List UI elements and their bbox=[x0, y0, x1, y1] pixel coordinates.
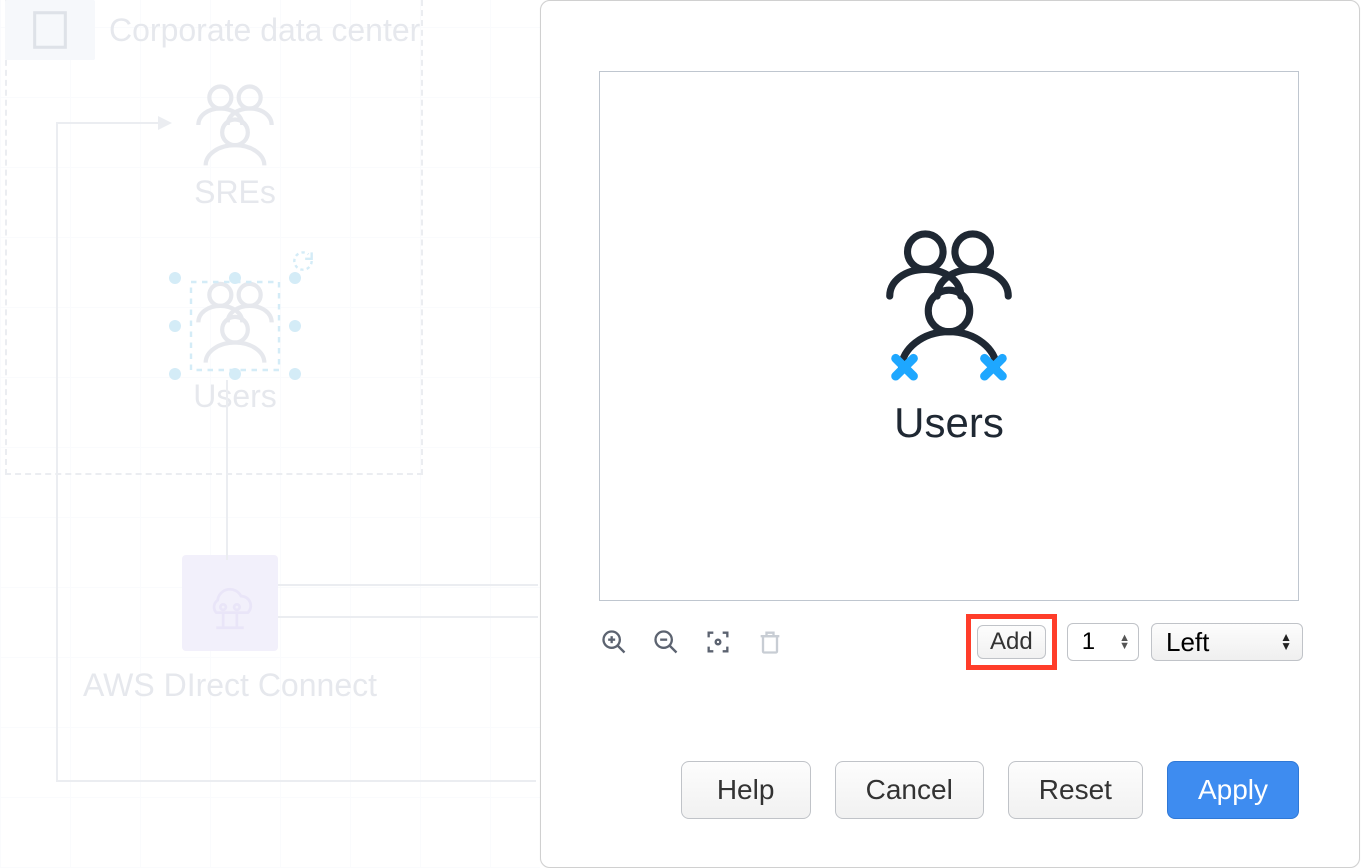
add-button-highlight: Add bbox=[966, 614, 1057, 670]
dialog-footer: Help Cancel Reset Apply bbox=[541, 761, 1359, 819]
stepper-arrows-icon[interactable]: ▲▼ bbox=[1119, 634, 1130, 650]
node-users[interactable]: Users bbox=[155, 278, 315, 415]
zoom-out-icon[interactable] bbox=[649, 625, 683, 659]
help-button[interactable]: Help bbox=[681, 761, 811, 819]
node-users-label: Users bbox=[155, 378, 315, 415]
edge bbox=[278, 584, 538, 586]
preview-caption: Users bbox=[894, 399, 1004, 447]
position-value: Left bbox=[1166, 627, 1209, 658]
arrowhead-icon bbox=[158, 116, 172, 130]
node-sres-label: SREs bbox=[155, 174, 315, 211]
building-icon bbox=[5, 0, 95, 60]
zoom-fit-icon[interactable] bbox=[701, 625, 735, 659]
preview-toolbar: Add 1 ▲▼ Left ▲▼ bbox=[597, 616, 1303, 668]
count-stepper[interactable]: 1 ▲▼ bbox=[1067, 623, 1139, 661]
apply-button[interactable]: Apply bbox=[1167, 761, 1299, 819]
node-aws-direct-connect[interactable]: AWS DIrect Connect bbox=[80, 555, 380, 704]
edge bbox=[56, 122, 160, 124]
cancel-button[interactable]: Cancel bbox=[835, 761, 984, 819]
edit-style-dialog: Users Add bbox=[540, 0, 1360, 868]
delete-icon bbox=[753, 625, 787, 659]
node-aws-label: AWS DIrect Connect bbox=[80, 667, 380, 704]
edge bbox=[56, 122, 58, 782]
select-chevron-icon: ▲▼ bbox=[1280, 633, 1292, 651]
users-icon bbox=[859, 225, 1039, 385]
preview-box: Users bbox=[599, 71, 1299, 601]
refresh-icon[interactable] bbox=[290, 248, 316, 274]
diagram-canvas[interactable]: Corporate data center SREs bbox=[0, 0, 540, 868]
reset-button[interactable]: Reset bbox=[1008, 761, 1143, 819]
node-sres[interactable]: SREs bbox=[155, 80, 315, 211]
count-value: 1 bbox=[1082, 628, 1095, 656]
group-header: Corporate data center bbox=[5, 0, 420, 60]
edge bbox=[278, 616, 538, 618]
zoom-in-icon[interactable] bbox=[597, 625, 631, 659]
edge bbox=[226, 380, 228, 560]
cloud-datacenter-icon bbox=[182, 555, 278, 651]
edge bbox=[56, 780, 536, 782]
position-select[interactable]: Left ▲▼ bbox=[1151, 623, 1303, 661]
group-title: Corporate data center bbox=[109, 12, 420, 49]
add-button[interactable]: Add bbox=[977, 625, 1046, 659]
